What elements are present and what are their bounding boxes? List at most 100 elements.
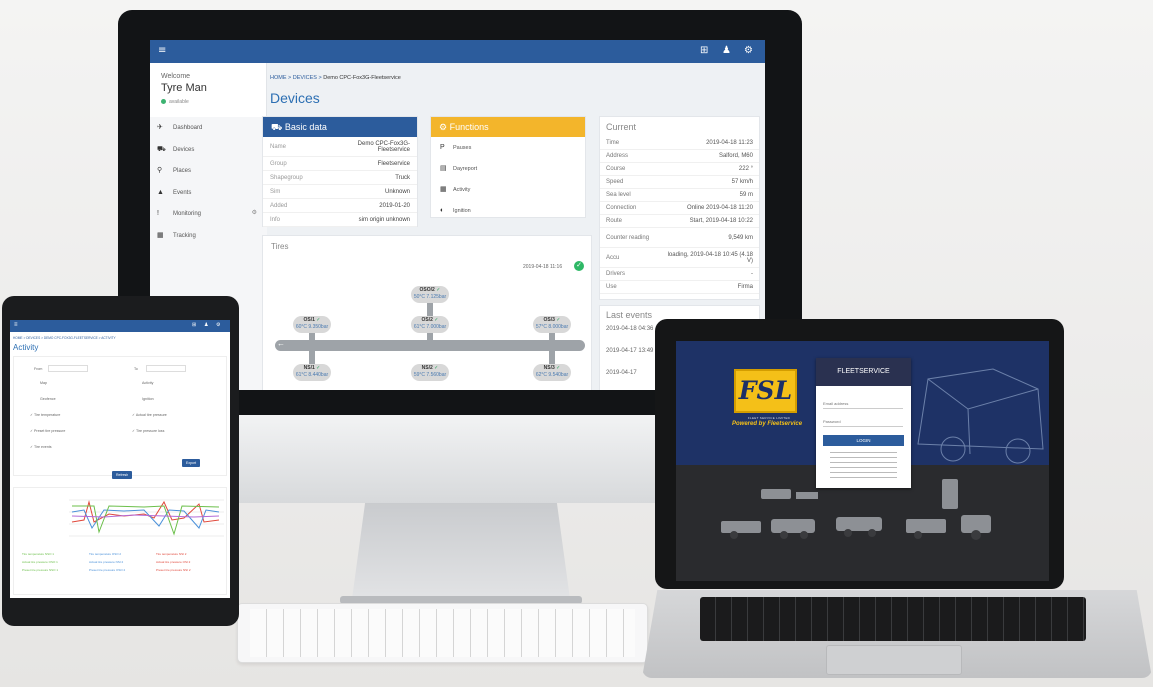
legend-item[interactable]: Preset tire pressure NSI 2: [156, 568, 191, 572]
arrow-left-icon: ←: [277, 339, 285, 348]
car-icon: ⛟: [271, 122, 285, 132]
tire-ns2[interactable]: NS/2 ✓ 59°C 7.560bar: [411, 364, 449, 381]
current-title: Current: [606, 122, 637, 132]
legend-item[interactable]: Tire temperature OSO 2: [89, 552, 121, 556]
warning-icon: ▲: [157, 188, 164, 196]
current-row: Sea level 59 m: [600, 189, 759, 202]
activity-chart: Tire temperature NSO 1 Tire temperature …: [13, 487, 227, 595]
tires-timestamp: 2019-04-18 11:16: [523, 264, 563, 270]
top-navbar: ≡ ⊞ ♟ ⚙: [150, 40, 765, 63]
sidebar-item-places[interactable]: ⚲ Places: [150, 160, 267, 182]
laptop-trackpad: [826, 645, 962, 675]
breadcrumb-home[interactable]: HOME: [270, 75, 287, 81]
current-row: Connection Online 2019-04-18 11:20: [600, 202, 759, 215]
parking-icon: P: [440, 144, 445, 151]
option-map[interactable]: Map: [40, 381, 47, 385]
to-label: To: [134, 367, 138, 371]
option-pressure-loss[interactable]: ✓ Tire pressure loss: [132, 429, 164, 433]
page-title: Activity: [13, 343, 39, 352]
basic-row: Name Demo CPC-Fox3G-Fleetservice: [263, 137, 417, 157]
activity-plot: [69, 499, 224, 537]
grid-icon[interactable]: ⊞: [192, 322, 196, 328]
function-pauses[interactable]: P Pauses: [431, 137, 585, 158]
gear-icon: ⚙: [439, 122, 450, 132]
current-row: Time 2019-04-18 11:23: [600, 137, 759, 150]
current-row: Address Salford, M60: [600, 150, 759, 163]
map-icon: ▦: [440, 186, 447, 193]
user-icon[interactable]: ♟: [722, 45, 731, 56]
logo-subtitle: FLEET SERVICE LIMITED: [747, 416, 791, 420]
settings-icon[interactable]: ⚙: [252, 203, 257, 225]
basic-data-card: ⛟ Basic data Name Demo CPC-Fox3G-Fleetser…: [262, 116, 418, 227]
tire-ns1[interactable]: NS/1 ✓ 61°C 8.440bar: [293, 364, 331, 381]
tires-card: Tires 2019-04-18 11:16 ✓ ← OSO/2 ✓ 50°C 7…: [262, 235, 592, 390]
basic-row: Shapegroup Truck: [263, 171, 417, 185]
option-actual-pressure[interactable]: ✓ Actual tire pressure: [132, 413, 167, 417]
tagline: Powered by Fleetservice: [732, 421, 803, 427]
legend-item[interactable]: Actual tire pressure OSO 1: [22, 560, 58, 564]
sidebar-item-devices[interactable]: ⛟ Devices: [150, 139, 267, 161]
to-date-input[interactable]: [146, 365, 186, 372]
user-status: available: [161, 99, 189, 105]
user-name[interactable]: Tyre Man: [161, 82, 207, 94]
current-row: Drivers -: [600, 268, 759, 281]
function-activity[interactable]: ▦ Activity: [431, 179, 585, 200]
tire-ns3[interactable]: NS/3 ✓ 62°C 9.540bar: [533, 364, 571, 381]
legend-item[interactable]: Preset tire pressure OSO 2: [89, 568, 125, 572]
gear-icon[interactable]: ⚙: [216, 322, 220, 328]
basic-row: Group Fleetservice: [263, 157, 417, 171]
export-button[interactable]: Export: [182, 459, 201, 467]
refresh-button[interactable]: Refresh: [112, 471, 133, 479]
login-title: FLEETSERVICE: [816, 358, 911, 386]
current-row: Speed 57 km/h: [600, 176, 759, 189]
basic-row: Added 2019-01-20: [263, 199, 417, 213]
option-tire-events[interactable]: ✓ Tire events: [30, 445, 52, 449]
tire-os2[interactable]: OS/2 ✓ 61°C 7.000bar: [411, 316, 449, 333]
option-tire-temperature[interactable]: ✓ Tire temperature: [30, 413, 60, 417]
map-icon: ▦: [157, 231, 164, 239]
option-ignition[interactable]: Ignition: [142, 397, 154, 401]
password-field[interactable]: [823, 417, 903, 427]
current-row: Route Start, 2019-04-18 10:22: [600, 215, 759, 228]
welcome-label: Welcome: [161, 73, 191, 80]
check-icon: ✓: [574, 261, 584, 271]
option-preset-pressure[interactable]: ✓ Preset tire pressure: [30, 429, 65, 433]
option-geofence[interactable]: Geofence: [40, 397, 56, 401]
breadcrumb-devices[interactable]: DEVICES: [293, 75, 317, 81]
login-footer-text: [830, 452, 897, 482]
current-row: Course 222 °: [600, 163, 759, 176]
laptop-screen: FSL FLEET SERVICE LIMITED Powered by Fle…: [676, 341, 1049, 581]
tire-os1[interactable]: OS/1 ✓ 60°C 9.350bar: [293, 316, 331, 333]
imac-stand: [352, 503, 570, 599]
option-activity[interactable]: Activity: [142, 381, 153, 385]
login-panel: FLEETSERVICE LOGIN: [816, 358, 911, 488]
legend-item[interactable]: Actual tire pressure OSI 2: [156, 560, 190, 564]
function-ignition[interactable]: ◐ Ignition: [431, 200, 585, 221]
breadcrumb: HOME > DEVICES > DEMO CPC-FOX3G-FLEETSER…: [13, 336, 116, 340]
sidebar-item-monitoring[interactable]: ! Monitoring ⚙: [150, 203, 267, 225]
gear-icon[interactable]: ⚙: [744, 45, 753, 56]
legend-item[interactable]: Preset tire pressure NSO 1: [22, 568, 58, 572]
truck-wireframe-image: [917, 368, 1044, 464]
basic-row: Sim Unknown: [263, 185, 417, 199]
email-field[interactable]: [823, 399, 903, 409]
sidebar-item-dashboard[interactable]: ✈ Dashboard: [150, 117, 267, 139]
functions-card: ⚙ Functions P Pauses ▤ Dayreport ▦ Activity…: [430, 116, 586, 218]
tire-os3[interactable]: OS/3 ✓ 57°C 8.000bar: [533, 316, 571, 333]
from-date-input[interactable]: [48, 365, 88, 372]
legend-item[interactable]: Tire temperature NSI 2: [156, 552, 186, 556]
menu-icon[interactable]: ≡: [158, 45, 166, 56]
toggle-icon: ◐: [440, 207, 445, 214]
breadcrumb: HOME > DEVICES > Demo CPC-Fox3G-Fleetser…: [270, 75, 401, 81]
function-dayreport[interactable]: ▤ Dayreport: [431, 158, 585, 179]
legend-item[interactable]: Actual tire pressure NSI 2: [89, 560, 123, 564]
login-button[interactable]: LOGIN: [823, 435, 904, 446]
tire-oso2[interactable]: OSO/2 ✓ 50°C 7.125bar: [411, 286, 449, 303]
menu-icon[interactable]: ≡: [14, 322, 18, 328]
sidebar-item-events[interactable]: ▲ Events: [150, 182, 267, 204]
grid-icon[interactable]: ⊞: [700, 45, 708, 56]
sidebar-item-tracking[interactable]: ▦ Tracking: [150, 225, 267, 247]
legend-item[interactable]: Tire temperature NSO 1: [22, 552, 54, 556]
current-row: Accu loading, 2019-04-18 10:45 (4.18 V): [600, 248, 759, 268]
user-icon[interactable]: ♟: [204, 322, 208, 328]
